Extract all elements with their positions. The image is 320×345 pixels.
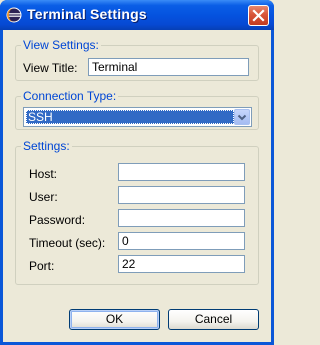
timeout-label: Timeout (sec): — [29, 236, 106, 250]
dropdown-button[interactable] — [234, 109, 250, 125]
connection-type-value: SSH — [26, 110, 234, 124]
chevron-down-icon — [237, 114, 247, 121]
settings-label: Settings: — [21, 139, 72, 153]
connection-type-select[interactable]: SSH — [23, 107, 252, 127]
dialog-body: View Settings: View Title: Terminal Conn… — [3, 30, 271, 342]
cancel-button[interactable]: Cancel — [168, 309, 259, 330]
view-settings-label: View Settings: — [21, 38, 101, 52]
connection-type-label: Connection Type: — [21, 89, 119, 103]
eclipse-icon — [6, 7, 22, 23]
host-input[interactable] — [118, 163, 245, 181]
close-button[interactable] — [248, 5, 269, 26]
window-title: Terminal Settings — [27, 6, 147, 22]
timeout-input[interactable]: 0 — [118, 232, 245, 250]
user-input[interactable] — [118, 186, 245, 204]
port-input[interactable]: 22 — [118, 255, 245, 273]
user-label: User: — [29, 190, 58, 204]
ok-button[interactable]: OK — [69, 309, 160, 330]
title-bar[interactable]: Terminal Settings — [0, 0, 274, 30]
password-input[interactable] — [118, 209, 245, 227]
host-label: Host: — [29, 167, 58, 181]
password-label: Password: — [29, 213, 86, 227]
view-title-label: View Title: — [23, 61, 78, 75]
close-icon — [252, 9, 265, 22]
port-label: Port: — [29, 259, 55, 273]
terminal-settings-dialog: Terminal Settings View Settings: View Ti… — [0, 0, 274, 345]
view-title-input[interactable]: Terminal — [88, 58, 249, 76]
